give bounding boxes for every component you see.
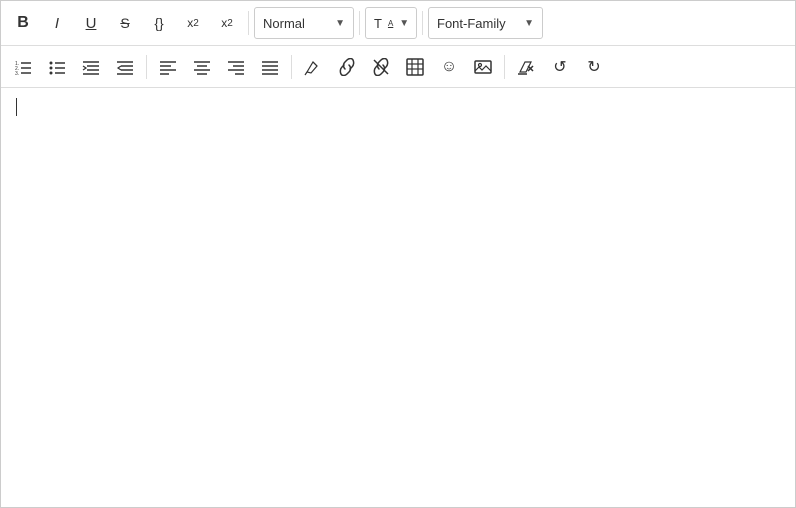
link-icon [338, 58, 356, 76]
table-icon [406, 58, 424, 76]
toolbar-row1: B I U S {} x2 x2 Normal ▼ T A ▼ Font-Fam… [1, 1, 795, 46]
underline-button[interactable]: U [75, 7, 107, 39]
strikethrough-button[interactable]: S [109, 7, 141, 39]
table-button[interactable] [399, 51, 431, 83]
bold-button[interactable]: B [7, 7, 39, 39]
align-justify-icon [261, 58, 279, 76]
ordered-list-button[interactable]: 1. 2. 3. [7, 51, 39, 83]
editor-container: B I U S {} x2 x2 Normal ▼ T A ▼ Font-Fam… [0, 0, 796, 508]
link-button[interactable] [331, 51, 363, 83]
indent-decrease-button[interactable] [109, 51, 141, 83]
toolbar-row2: 1. 2. 3. [1, 46, 795, 88]
align-left-button[interactable] [152, 51, 184, 83]
text-style-dropdown[interactable]: T A ▼ [365, 7, 417, 39]
align-right-icon [227, 58, 245, 76]
align-center-icon [193, 58, 211, 76]
indent-decrease-icon [116, 58, 134, 76]
normal-dropdown-label: Normal [263, 16, 305, 31]
align-justify-button[interactable] [254, 51, 286, 83]
image-icon [474, 58, 492, 76]
separator6 [504, 55, 505, 79]
code-button[interactable]: {} [143, 7, 175, 39]
editor-content-area[interactable] [1, 88, 795, 507]
indent-increase-icon [82, 58, 100, 76]
emoji-button[interactable]: ☺ [433, 51, 465, 83]
align-left-icon [159, 58, 177, 76]
unlink-icon [372, 58, 390, 76]
clear-icon [517, 58, 535, 76]
marker-button[interactable] [297, 51, 329, 83]
align-center-button[interactable] [186, 51, 218, 83]
marker-icon [304, 58, 322, 76]
unordered-list-icon [48, 58, 66, 76]
clear-formatting-button[interactable] [510, 51, 542, 83]
svg-text:3.: 3. [15, 71, 19, 76]
separator1 [248, 11, 249, 35]
text-cursor [16, 98, 17, 116]
unlink-button[interactable] [365, 51, 397, 83]
undo-button[interactable]: ↺ [544, 51, 576, 83]
separator4 [146, 55, 147, 79]
superscript-button[interactable]: x2 [177, 7, 209, 39]
text-style-label: T [374, 16, 382, 31]
font-family-label: Font-Family [437, 16, 506, 31]
font-family-dropdown[interactable]: Font-Family ▼ [428, 7, 543, 39]
indent-increase-button[interactable] [75, 51, 107, 83]
separator5 [291, 55, 292, 79]
separator3 [422, 11, 423, 35]
font-dropdown-arrow: ▼ [524, 18, 534, 29]
redo-button[interactable]: ↻ [578, 51, 610, 83]
normal-dropdown[interactable]: Normal ▼ [254, 7, 354, 39]
ordered-list-icon: 1. 2. 3. [14, 58, 32, 76]
text-dropdown-arrow: ▼ [399, 18, 409, 29]
image-button[interactable] [467, 51, 499, 83]
italic-button[interactable]: I [41, 7, 73, 39]
text-underline-indicator: A [388, 19, 393, 28]
separator2 [359, 11, 360, 35]
normal-dropdown-arrow: ▼ [335, 18, 345, 29]
unordered-list-button[interactable] [41, 51, 73, 83]
align-right-button[interactable] [220, 51, 252, 83]
subscript-button[interactable]: x2 [211, 7, 243, 39]
